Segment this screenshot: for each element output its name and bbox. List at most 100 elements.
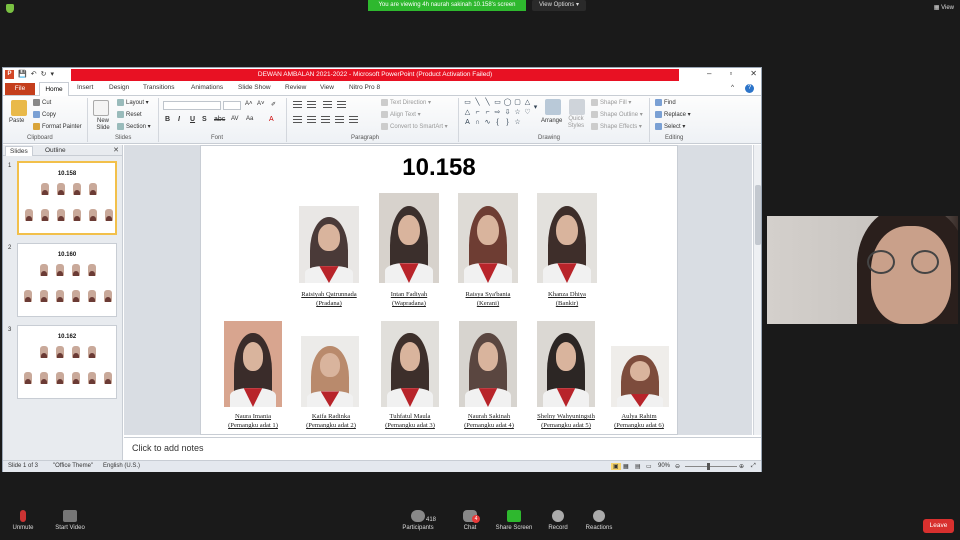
normal-view-icon[interactable]: ▣ — [611, 463, 621, 470]
rounded-rect-shape-icon[interactable]: ▢ — [513, 99, 522, 107]
notes-placeholder[interactable]: Click to add notes — [132, 443, 204, 453]
member-photo[interactable] — [611, 346, 669, 407]
quick-styles-button[interactable]: Quick Styles — [566, 116, 586, 130]
arrange-icon[interactable] — [545, 99, 561, 115]
vertical-scrollbar[interactable] — [753, 145, 761, 435]
tab-home[interactable]: Home — [39, 82, 69, 96]
paste-button[interactable]: Paste — [9, 118, 24, 124]
tab-outline[interactable]: Outline — [41, 146, 70, 155]
cut-button[interactable]: Cut — [33, 99, 51, 106]
change-case-button[interactable]: Aa — [246, 116, 253, 122]
columns-icon[interactable] — [349, 116, 358, 123]
tab-slide-show[interactable]: Slide Show — [238, 84, 271, 91]
bold-button[interactable]: B — [165, 116, 170, 123]
star-shape-icon[interactable]: ☆ — [513, 109, 522, 117]
star-shape-icon-2[interactable]: ☆ — [513, 119, 522, 127]
align-text-button[interactable]: Align Text ▾ — [381, 111, 421, 118]
reactions-button[interactable]: Reactions — [569, 510, 629, 531]
view-button[interactable]: ▦ View — [934, 4, 954, 11]
tab-file[interactable]: File — [5, 83, 35, 95]
brace-right-icon[interactable]: } — [503, 119, 512, 127]
down-arrow-shape-icon[interactable]: ⇩ — [503, 109, 512, 117]
member-photo[interactable] — [458, 193, 518, 283]
shape-outline-button[interactable]: Shape Outline ▾ — [591, 111, 643, 118]
italic-button[interactable]: I — [178, 116, 180, 123]
char-spacing-button[interactable]: AV — [231, 116, 239, 122]
clear-format-icon[interactable]: ✐ — [271, 101, 276, 108]
line-shape-icon-2[interactable]: ╲ — [483, 99, 492, 107]
notes-pane[interactable]: Click to add notes — [124, 437, 761, 460]
member-photo[interactable] — [537, 321, 595, 407]
layout-button[interactable]: Layout ▾ — [117, 99, 149, 106]
font-color-button[interactable]: A — [269, 116, 274, 123]
increase-indent-icon[interactable] — [337, 101, 346, 108]
align-right-icon[interactable] — [321, 116, 330, 123]
oval-shape-icon[interactable]: ◯ — [503, 99, 512, 107]
bullets-icon[interactable] — [293, 101, 302, 108]
copy-button[interactable]: Copy — [33, 111, 56, 118]
fit-slide-icon[interactable]: ⤢ — [751, 463, 756, 470]
rectangle-shape-icon[interactable]: ▭ — [463, 99, 472, 107]
new-slide-icon[interactable] — [93, 100, 109, 116]
slide-thumbnail-1[interactable]: 10.158 — [17, 161, 117, 235]
view-options-button[interactable]: View Options ▾ — [532, 0, 586, 11]
tab-view[interactable]: View — [320, 84, 334, 91]
leave-button[interactable]: Leave — [923, 519, 954, 533]
decrease-indent-icon[interactable] — [323, 101, 332, 108]
member-photo[interactable] — [459, 321, 517, 407]
convert-smartart-button[interactable]: Convert to SmartArt ▾ — [381, 123, 448, 130]
qat-dropdown-icon[interactable]: ▾ — [50, 70, 54, 79]
tab-nitro[interactable]: Nitro Pro 8 — [349, 84, 380, 91]
participants-button[interactable]: Participants — [388, 510, 448, 531]
arrange-button[interactable]: Arrange — [541, 118, 562, 124]
grow-font-icon[interactable]: A˄ — [245, 101, 253, 107]
zoom-slider-handle[interactable] — [707, 463, 710, 470]
align-center-icon[interactable] — [307, 116, 316, 123]
numbering-icon[interactable] — [307, 101, 316, 108]
tab-review[interactable]: Review — [285, 84, 306, 91]
curve-shape-icon[interactable]: ∩ — [473, 119, 482, 127]
shrink-font-icon[interactable]: A˅ — [257, 101, 265, 107]
member-photo[interactable] — [224, 321, 282, 407]
maximize-icon[interactable]: ▫ — [729, 69, 732, 78]
slide-thumbnail-3[interactable]: 10.162 — [17, 325, 117, 399]
slide-canvas[interactable]: 10.158 Raisiyah Qatrunnada (Pradana) Int… — [200, 145, 678, 435]
member-photo[interactable] — [301, 336, 359, 407]
right-arrow-shape-icon[interactable]: ⇨ — [493, 109, 502, 117]
format-painter-button[interactable]: Format Painter — [33, 123, 82, 130]
save-icon[interactable]: 💾 — [18, 70, 27, 79]
quick-styles-icon[interactable] — [569, 99, 585, 115]
slide-sorter-icon[interactable]: ▦ — [623, 463, 629, 470]
strikethrough-button[interactable]: abc — [214, 116, 225, 123]
new-slide-button[interactable]: New Slide — [93, 118, 113, 132]
text-box-icon[interactable]: A — [463, 119, 472, 127]
help-icon[interactable]: ? — [745, 84, 754, 93]
start-video-button[interactable]: Start Video — [40, 510, 100, 531]
paste-icon[interactable] — [11, 100, 27, 116]
text-direction-button[interactable]: Text Direction ▾ — [381, 99, 431, 106]
tab-slides[interactable]: Slides — [5, 146, 33, 156]
minimize-ribbon-icon[interactable]: ^ — [731, 84, 734, 91]
slide-show-icon[interactable]: ▭ — [646, 463, 652, 470]
redo-icon[interactable]: ↻ — [41, 70, 47, 79]
find-button[interactable]: Find — [655, 99, 676, 106]
brace-left-icon[interactable]: { — [493, 119, 502, 127]
member-photo[interactable] — [299, 206, 359, 283]
select-button[interactable]: Select ▾ — [655, 123, 685, 130]
section-button[interactable]: Section ▾ — [117, 123, 151, 130]
elbow-connector-icon-2[interactable]: ⌐ — [483, 109, 492, 117]
zoom-level[interactable]: 90% — [658, 463, 670, 469]
triangle-shape-icon-2[interactable]: △ — [463, 109, 472, 117]
zoom-slider[interactable] — [685, 466, 737, 467]
shape-effects-button[interactable]: Shape Effects ▾ — [591, 123, 642, 130]
shape-fill-button[interactable]: Shape Fill ▾ — [591, 99, 631, 106]
tab-transitions[interactable]: Transitions — [143, 84, 175, 91]
justify-icon[interactable] — [335, 116, 344, 123]
align-left-icon[interactable] — [293, 116, 302, 123]
slide-thumbnail-2[interactable]: 10.160 — [17, 243, 117, 317]
zoom-out-icon[interactable]: ⊖ — [675, 463, 680, 470]
close-icon[interactable]: ✕ — [750, 69, 757, 78]
font-size-combo[interactable] — [223, 101, 241, 110]
undo-icon[interactable]: ↶ — [31, 70, 37, 79]
zoom-in-icon[interactable]: ⊕ — [739, 463, 744, 470]
